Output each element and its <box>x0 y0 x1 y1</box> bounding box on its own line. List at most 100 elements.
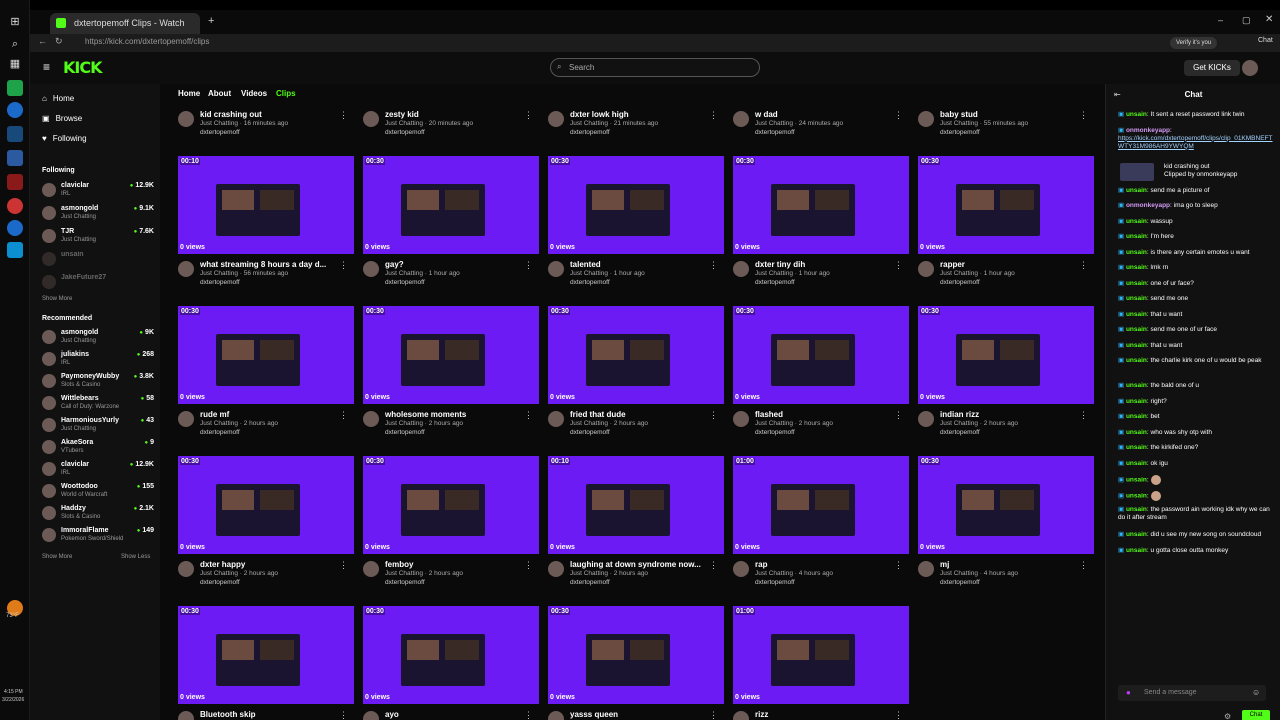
kebab-menu-icon[interactable]: ⋮ <box>894 260 903 271</box>
clip-channel[interactable]: dxtertopemoff <box>940 129 980 136</box>
clip-card[interactable]: Bluetooth skip ⋮ <box>178 710 354 720</box>
kebab-menu-icon[interactable]: ⋮ <box>339 560 348 571</box>
clip-title[interactable]: rude mf <box>200 410 336 419</box>
channel-item[interactable]: AkaeSora VTubers 9 <box>42 438 154 458</box>
app-icon-2[interactable] <box>7 242 23 258</box>
clip-title[interactable]: flashed <box>755 410 891 419</box>
clip-card[interactable]: mj Just Chatting · 4 hours ago dxtertopemo… <box>918 560 1094 592</box>
clip-channel[interactable]: dxtertopemoff <box>940 279 980 286</box>
mic-icon[interactable]: ● <box>1126 688 1131 697</box>
chat-username[interactable]: onmonkeyapp <box>1126 127 1170 134</box>
chat-username[interactable]: unsain <box>1126 311 1147 318</box>
channel-item[interactable]: Woottodoo World of Warcraft 155 <box>42 482 154 502</box>
clip-thumbnail[interactable]: 00:30 0 views <box>178 456 354 554</box>
store-icon[interactable] <box>7 150 23 166</box>
clip-channel[interactable]: dxtertopemoff <box>200 279 240 286</box>
chat-username[interactable]: unsain <box>1126 326 1147 333</box>
clip-title[interactable]: dxter tiny dih <box>755 260 891 269</box>
chat-send-button[interactable]: Chat <box>1242 710 1270 720</box>
maximize-icon[interactable]: ▢ <box>1242 15 1251 26</box>
channel-item[interactable]: asmongold Just Chatting 9.1K <box>42 204 154 224</box>
clip-channel[interactable]: dxtertopemoff <box>570 429 610 436</box>
clip-title[interactable]: laughing at down syndrome now... <box>570 560 706 569</box>
clip-title[interactable]: what streaming 8 hours a day d... <box>200 260 336 269</box>
channel-item[interactable]: Haddzy Slots & Casino 2.1K <box>42 504 154 524</box>
search-input[interactable]: Search <box>550 58 760 77</box>
kick-logo[interactable]: KICK <box>63 58 102 77</box>
clip-title[interactable]: talented <box>570 260 706 269</box>
chat-username[interactable]: unsain <box>1126 444 1147 451</box>
minimize-icon[interactable]: – <box>1218 15 1223 25</box>
chat-username[interactable]: unsain <box>1126 413 1147 420</box>
show-more-recommended[interactable]: Show More <box>42 554 72 560</box>
chat-username[interactable]: unsain <box>1126 531 1147 538</box>
xbox-icon[interactable] <box>7 80 23 96</box>
kebab-menu-icon[interactable]: ⋮ <box>1079 260 1088 271</box>
clip-thumbnail[interactable]: 01:00 0 views <box>733 456 909 554</box>
kebab-menu-icon[interactable]: ⋮ <box>339 410 348 421</box>
clip-card[interactable]: flashed Just Chatting · 2 hours ago dxtert… <box>733 410 909 442</box>
clip-title[interactable]: baby stud <box>940 110 1076 119</box>
kebab-menu-icon[interactable]: ⋮ <box>524 260 533 271</box>
show-less-recommended[interactable]: Show Less <box>121 554 150 560</box>
clip-title[interactable]: fried that dude <box>570 410 706 419</box>
clip-channel[interactable]: dxtertopemoff <box>940 579 980 586</box>
tab-clips[interactable]: Clips <box>276 89 296 98</box>
clip-channel[interactable]: dxtertopemoff <box>385 429 425 436</box>
channel-item[interactable]: claviclar IRL 12.9K <box>42 181 154 201</box>
clip-thumbnail[interactable]: 00:10 0 views <box>548 456 724 554</box>
clip-card[interactable]: rap Just Chatting · 4 hours ago dxtertopem… <box>733 560 909 592</box>
clip-thumbnail[interactable]: 00:30 0 views <box>733 156 909 254</box>
clip-channel[interactable]: dxtertopemoff <box>570 129 610 136</box>
kebab-menu-icon[interactable]: ⋮ <box>524 410 533 421</box>
task-view-icon[interactable]: ▦ <box>7 56 23 72</box>
clip-card[interactable]: kid crashing out Just Chatting · 16 minut… <box>178 110 354 142</box>
clip-title[interactable]: zesty kid <box>385 110 521 119</box>
clip-card[interactable]: yasss queen ⋮ <box>548 710 724 720</box>
chat-username[interactable]: unsain <box>1126 249 1147 256</box>
channel-item[interactable]: HarmoniousYurly Just Chatting 43 <box>42 416 154 436</box>
kebab-menu-icon[interactable]: ⋮ <box>894 560 903 571</box>
clip-title[interactable]: dxter lowk high <box>570 110 706 119</box>
clip-thumbnail[interactable]: 00:30 0 views <box>178 606 354 704</box>
search-icon[interactable]: ⌕ <box>7 36 23 52</box>
clip-title[interactable]: w dad <box>755 110 891 119</box>
clip-card[interactable]: zesty kid Just Chatting · 20 minutes ago d… <box>363 110 539 142</box>
profile-verify-button[interactable]: Verify it's you <box>1170 37 1218 49</box>
emoji-icon[interactable]: ☺ <box>1252 688 1260 697</box>
clip-card[interactable]: rapper Just Chatting · 1 hour ago dxtertop… <box>918 260 1094 292</box>
clip-thumbnail[interactable]: 00:30 0 views <box>363 156 539 254</box>
chat-username[interactable]: unsain <box>1126 342 1147 349</box>
kebab-menu-icon[interactable]: ⋮ <box>339 260 348 271</box>
clip-channel[interactable]: dxtertopemoff <box>200 429 240 436</box>
clip-card[interactable]: baby stud Just Chatting · 55 minutes ago d… <box>918 110 1094 142</box>
reload-icon[interactable]: ↻ <box>55 36 63 47</box>
kebab-menu-icon[interactable]: ⋮ <box>894 410 903 421</box>
kebab-menu-icon[interactable]: ⋮ <box>339 710 348 720</box>
chat-settings-icon[interactable]: ⚙ <box>1224 712 1231 720</box>
app-icon[interactable] <box>7 174 23 190</box>
clip-card[interactable]: wholesome moments Just Chatting · 2 hours… <box>363 410 539 442</box>
kebab-menu-icon[interactable]: ⋮ <box>709 410 718 421</box>
kebab-menu-icon[interactable]: ⋮ <box>709 260 718 271</box>
channel-item[interactable]: PaymoneyWubby Slots & Casino 3.8K <box>42 372 154 392</box>
channel-item[interactable]: JakeFuture27 <box>42 273 154 293</box>
clip-channel[interactable]: dxtertopemoff <box>385 129 425 136</box>
chat-username[interactable]: onmonkeyapp <box>1126 202 1170 209</box>
clip-thumbnail[interactable]: 00:30 0 views <box>363 606 539 704</box>
chat-username[interactable]: unsain <box>1126 460 1147 467</box>
chat-username[interactable]: unsain <box>1126 357 1147 364</box>
channel-item[interactable]: ImmoralFlame Pokemon Sword/Shield 149 <box>42 526 154 546</box>
clip-title[interactable]: rapper <box>940 260 1076 269</box>
clip-card[interactable]: rizz ⋮ <box>733 710 909 720</box>
chat-username[interactable]: unsain <box>1126 233 1147 240</box>
chat-username[interactable]: unsain <box>1126 492 1147 499</box>
kebab-menu-icon[interactable]: ⋮ <box>1079 110 1088 121</box>
edge-beta-icon[interactable] <box>7 220 23 236</box>
user-avatar[interactable] <box>1242 60 1258 76</box>
tab-about[interactable]: About <box>208 89 231 98</box>
clip-thumbnail[interactable]: 00:30 0 views <box>918 456 1094 554</box>
clip-card[interactable]: dxter happy Just Chatting · 2 hours ago dx… <box>178 560 354 592</box>
clip-thumbnail[interactable]: 00:30 0 views <box>178 306 354 404</box>
clip-title[interactable]: ayo <box>385 710 521 719</box>
